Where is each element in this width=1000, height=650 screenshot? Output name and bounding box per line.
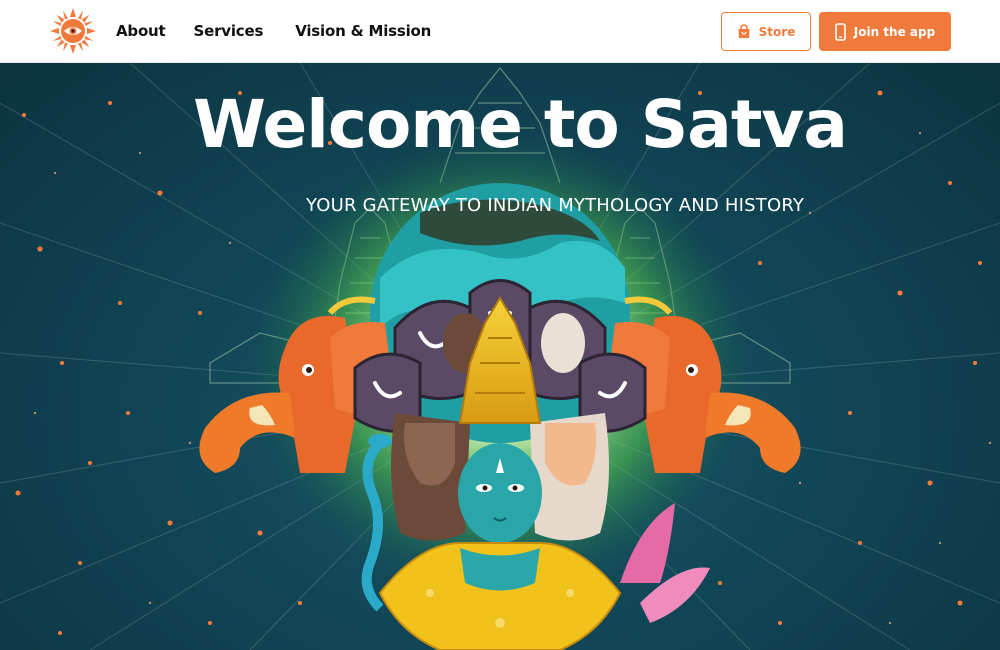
join-app-button-label: Join the app (853, 24, 936, 39)
hero-section: Welcome to Satva YOUR GATEWAY TO INDIAN … (0, 63, 1000, 650)
store-button[interactable]: Store (721, 12, 811, 51)
sun-eye-logo-icon[interactable] (49, 7, 97, 55)
shopping-bag-icon (738, 24, 750, 38)
smartphone-icon (834, 22, 846, 41)
hero-subtitle: YOUR GATEWAY TO INDIAN MYTHOLOGY AND HIS… (306, 195, 805, 216)
hero-title: Welcome to Satva (193, 86, 848, 163)
store-button-label: Store (758, 24, 796, 39)
nav-link-about[interactable]: About (116, 22, 166, 40)
main-nav: About Services Vision & Mission (116, 0, 431, 62)
nav-link-services[interactable]: Services (194, 22, 264, 40)
top-navbar: About Services Vision & Mission Store Jo… (0, 0, 1000, 63)
nav-link-vision-mission[interactable]: Vision & Mission (295, 22, 431, 40)
join-app-button[interactable]: Join the app (819, 12, 951, 51)
